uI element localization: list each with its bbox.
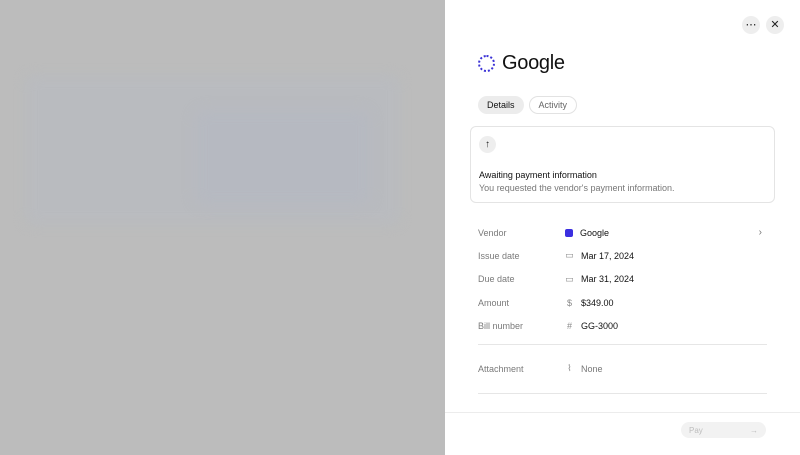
- status-title: Awaiting payment information: [479, 170, 597, 180]
- calendar-icon: ▭: [565, 250, 574, 261]
- field-value: ⌇ None: [565, 363, 767, 374]
- field-label: Issue date: [478, 250, 520, 261]
- loading-spinner-icon: [478, 55, 495, 72]
- bill-fields: Vendor Google › Issue date ▭ Mar 17, 202…: [478, 221, 767, 337]
- field-label: Vendor: [478, 227, 507, 238]
- field-value: # GG-3000: [565, 321, 767, 331]
- blurred-background-card: [195, 110, 370, 205]
- status-subtitle: You requested the vendor's payment infor…: [479, 183, 675, 193]
- field-label: Bill number: [478, 320, 524, 331]
- attachment-section: Attachment ⌇ None: [478, 357, 767, 380]
- calendar-icon: ▭: [565, 273, 574, 284]
- field-label: Due date: [478, 274, 515, 285]
- tab-bar: Details Activity: [478, 96, 578, 114]
- due-date-value: Mar 31, 2024: [581, 274, 635, 285]
- amount-value: $349.00: [581, 297, 614, 308]
- field-attachment[interactable]: Attachment ⌇ None: [478, 357, 767, 380]
- panel-header: Google: [478, 52, 565, 75]
- paperclip-icon: ⌇: [567, 363, 572, 374]
- issue-date-value: Mar 17, 2024: [581, 250, 635, 261]
- dollar-icon: $: [566, 297, 572, 308]
- arrow-right-icon: →: [750, 425, 758, 435]
- field-value: $ $349.00: [565, 298, 767, 308]
- field-issue-date: Issue date ▭ Mar 17, 2024: [478, 244, 767, 267]
- pay-label: Pay: [689, 425, 703, 435]
- tab-activity[interactable]: Activity: [528, 96, 578, 114]
- field-value: ▭ Mar 17, 2024: [565, 250, 767, 261]
- field-vendor[interactable]: Vendor Google ›: [478, 221, 767, 244]
- chevron-right-icon[interactable]: ›: [759, 227, 767, 238]
- hash-icon: #: [566, 320, 572, 331]
- field-label: Amount: [478, 297, 510, 308]
- status-card: ↑ Awaiting payment information You reque…: [470, 126, 775, 203]
- panel-actions: ⋯ ✕: [742, 16, 784, 34]
- divider: [478, 344, 767, 345]
- pay-button[interactable]: Pay →: [681, 422, 766, 438]
- page-title: Google: [502, 52, 565, 74]
- more-options-icon[interactable]: ⋯: [742, 16, 760, 34]
- field-amount: Amount $ $349.00: [478, 291, 767, 314]
- attachment-value: None: [581, 363, 603, 374]
- bill-detail-panel: ⋯ ✕ Google Details Activity ↑ Awaiting p…: [445, 0, 800, 455]
- modal-backdrop[interactable]: [0, 0, 445, 455]
- field-bill-number: Bill number # GG-3000: [478, 314, 767, 337]
- bill-number-value: GG-3000: [581, 320, 619, 331]
- field-label: Attachment: [478, 363, 524, 374]
- field-value: ▭ Mar 31, 2024: [565, 274, 767, 285]
- vendor-name: Google: [580, 227, 610, 238]
- tab-details[interactable]: Details: [478, 96, 524, 114]
- arrow-up-icon: ↑: [479, 136, 496, 153]
- panel-footer: Pay →: [445, 412, 800, 455]
- divider: [478, 393, 767, 394]
- field-due-date: Due date ▭ Mar 31, 2024: [478, 268, 767, 291]
- vendor-color-icon: [565, 228, 573, 237]
- close-icon[interactable]: ✕: [766, 16, 784, 34]
- field-value: Google ›: [565, 227, 767, 238]
